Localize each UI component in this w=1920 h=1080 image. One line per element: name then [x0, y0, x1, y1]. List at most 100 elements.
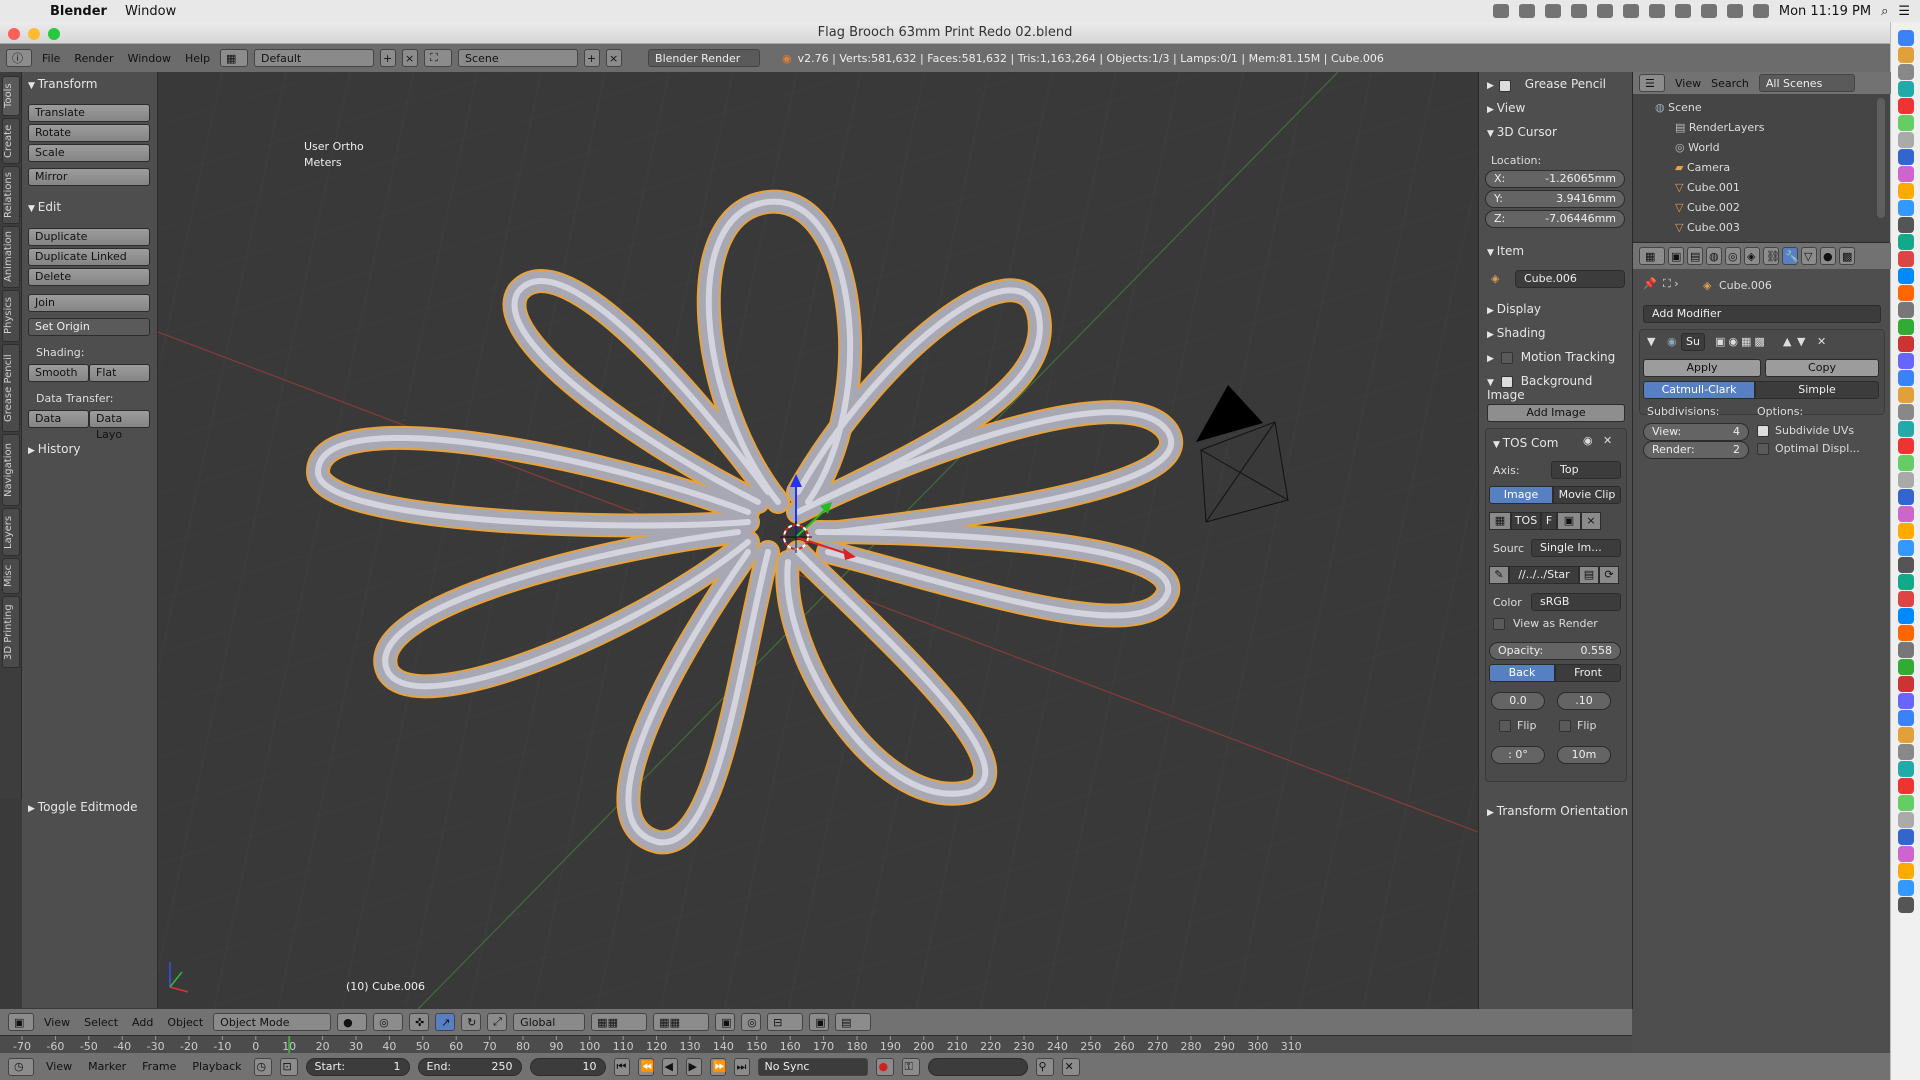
file-icon[interactable]: ✎: [1489, 566, 1509, 584]
eject-icon[interactable]: [1648, 4, 1665, 18]
constraints-tab-icon[interactable]: ⛓: [1763, 247, 1780, 265]
pin-icon[interactable]: 📌: [1643, 277, 1657, 290]
viewport-shading-icon[interactable]: ●: [337, 1013, 368, 1031]
pivot-icon[interactable]: ◎: [373, 1013, 404, 1031]
dock-app-icon[interactable]: [1898, 523, 1914, 539]
tab-tools[interactable]: Tools: [2, 76, 20, 116]
tab-physics[interactable]: Physics: [2, 290, 20, 342]
layout-icon[interactable]: ▦: [220, 49, 249, 67]
catmull-clark-toggle[interactable]: Catmull-Clark: [1643, 381, 1755, 399]
transform-panel-header[interactable]: Transform: [28, 77, 98, 91]
tab-animation[interactable]: Animation: [2, 226, 20, 288]
dock-app-icon[interactable]: [1898, 438, 1914, 454]
delete-key-icon[interactable]: ✕: [1061, 1057, 1080, 1076]
dock-app-icon[interactable]: [1898, 132, 1914, 148]
tab-navigation[interactable]: Navigation: [2, 434, 20, 506]
menu-file[interactable]: File: [38, 52, 64, 65]
outliner-row-renderlayers[interactable]: ▤ RenderLayers: [1633, 118, 1891, 138]
optimal-display-checkbox[interactable]: [1757, 443, 1769, 455]
dock-app-icon[interactable]: [1898, 506, 1914, 522]
proportional-edit-icon[interactable]: ◎: [741, 1013, 762, 1031]
object-tab-icon[interactable]: ◈: [1744, 247, 1760, 265]
folder-icon[interactable]: ▤: [1579, 566, 1599, 584]
back-toggle[interactable]: Back: [1489, 664, 1555, 682]
next-key-icon[interactable]: ⏩: [709, 1057, 726, 1076]
record-icon[interactable]: ●: [875, 1057, 894, 1076]
move-down-icon[interactable]: ▼: [1797, 335, 1805, 348]
open-image-icon[interactable]: ▣: [1557, 512, 1581, 530]
outliner-search-menu[interactable]: Search: [1711, 77, 1749, 90]
menu-view[interactable]: View: [40, 1016, 74, 1029]
dock-app-icon[interactable]: [1898, 268, 1914, 284]
dock-app-icon[interactable]: [1898, 846, 1914, 862]
dock-app-icon[interactable]: [1898, 812, 1914, 828]
modifier-name-field[interactable]: Su: [1681, 333, 1705, 351]
opengl-render-icon[interactable]: ▣: [809, 1013, 830, 1031]
layers-grid-2[interactable]: ▦▦: [653, 1013, 710, 1031]
eye-icon[interactable]: ◉: [1583, 434, 1593, 447]
timeline-marker-menu[interactable]: Marker: [84, 1060, 130, 1073]
flat-button[interactable]: Flat: [89, 364, 150, 382]
modifiers-tab-icon[interactable]: 🔧: [1782, 247, 1799, 265]
timeline-playback-menu[interactable]: Playback: [188, 1060, 245, 1073]
close-icon[interactable]: ✕: [1603, 434, 1612, 447]
sync-select[interactable]: No Sync: [757, 1057, 868, 1076]
status-icon[interactable]: [1492, 4, 1509, 18]
window-menu[interactable]: Window: [125, 4, 176, 19]
unlink-image-icon[interactable]: ×: [1581, 512, 1601, 530]
reload-icon[interactable]: ⟳: [1599, 566, 1619, 584]
color-space-select[interactable]: sRGB: [1531, 593, 1621, 611]
close-window-button[interactable]: [8, 28, 20, 40]
movie-clip-toggle[interactable]: Movie Clip: [1553, 486, 1621, 504]
current-frame-field[interactable]: 10: [529, 1057, 606, 1076]
data-button[interactable]: Data: [28, 410, 89, 428]
history-panel-header[interactable]: History: [28, 442, 81, 456]
duplicate-button[interactable]: Duplicate: [28, 228, 150, 246]
prev-key-icon[interactable]: ⏪: [637, 1057, 654, 1076]
dock-app-icon[interactable]: [1898, 659, 1914, 675]
render-levels-field[interactable]: Render: 2: [1643, 441, 1749, 459]
wifi-icon[interactable]: [1700, 4, 1717, 18]
fake-user-toggle[interactable]: F: [1541, 512, 1557, 530]
item-panel-header[interactable]: Item: [1487, 244, 1524, 258]
end-frame-field[interactable]: End: 250: [417, 1057, 522, 1076]
size-field[interactable]: 10m: [1557, 746, 1611, 764]
axis-select[interactable]: Top: [1551, 461, 1621, 479]
properties-editor-icon[interactable]: ▦: [1639, 247, 1665, 265]
rotate-manipulator-icon[interactable]: ↻: [461, 1013, 482, 1031]
status-icon[interactable]: [1544, 4, 1561, 18]
menu-window[interactable]: Window: [124, 52, 175, 65]
tab-relations[interactable]: Relations: [2, 166, 20, 224]
image-toggle[interactable]: Image: [1489, 486, 1553, 504]
grease-pencil-header[interactable]: Grease Pencil: [1487, 77, 1606, 91]
preview-range-icon[interactable]: ◷: [253, 1057, 272, 1076]
app-menu[interactable]: Blender: [50, 4, 107, 19]
keying-set-icon[interactable]: ⚿: [901, 1057, 920, 1076]
dock-app-icon[interactable]: [1898, 251, 1914, 267]
mirror-button[interactable]: Mirror: [28, 168, 150, 186]
remove-layout-icon[interactable]: ×: [402, 49, 419, 67]
outliner-row-world[interactable]: ◎ World: [1633, 138, 1891, 158]
join-button[interactable]: Join: [28, 294, 150, 312]
input-icon[interactable]: [1726, 4, 1743, 18]
display-panel-header[interactable]: Display: [1487, 302, 1541, 316]
toggle-editmode-header[interactable]: Toggle Editmode: [28, 800, 138, 814]
play-reverse-icon[interactable]: ◀: [661, 1057, 678, 1076]
volume-icon[interactable]: [1752, 4, 1769, 18]
dock-app-icon[interactable]: [1898, 353, 1914, 369]
clock[interactable]: Mon 11:19 PM: [1779, 4, 1871, 19]
dock-app-icon[interactable]: [1898, 863, 1914, 879]
dock-app-icon[interactable]: [1898, 404, 1914, 420]
dock-app-icon[interactable]: [1898, 676, 1914, 692]
view-levels-field[interactable]: View: 4: [1643, 423, 1749, 441]
timeline-editor-icon[interactable]: ◷: [8, 1057, 34, 1076]
timeline-ruler[interactable]: -70-60-50-40-30-20-100102030405060708090…: [0, 1035, 1632, 1054]
add-image-button[interactable]: Add Image: [1487, 404, 1625, 422]
dock-app-icon[interactable]: [1898, 64, 1914, 80]
dock-app-icon[interactable]: [1898, 540, 1914, 556]
zoom-window-button[interactable]: [48, 28, 60, 40]
move-up-icon[interactable]: ▲: [1783, 335, 1791, 348]
flip-x-checkbox[interactable]: [1499, 720, 1511, 732]
dock-app-icon[interactable]: [1898, 557, 1914, 573]
lock-range-icon[interactable]: ⊡: [279, 1057, 298, 1076]
